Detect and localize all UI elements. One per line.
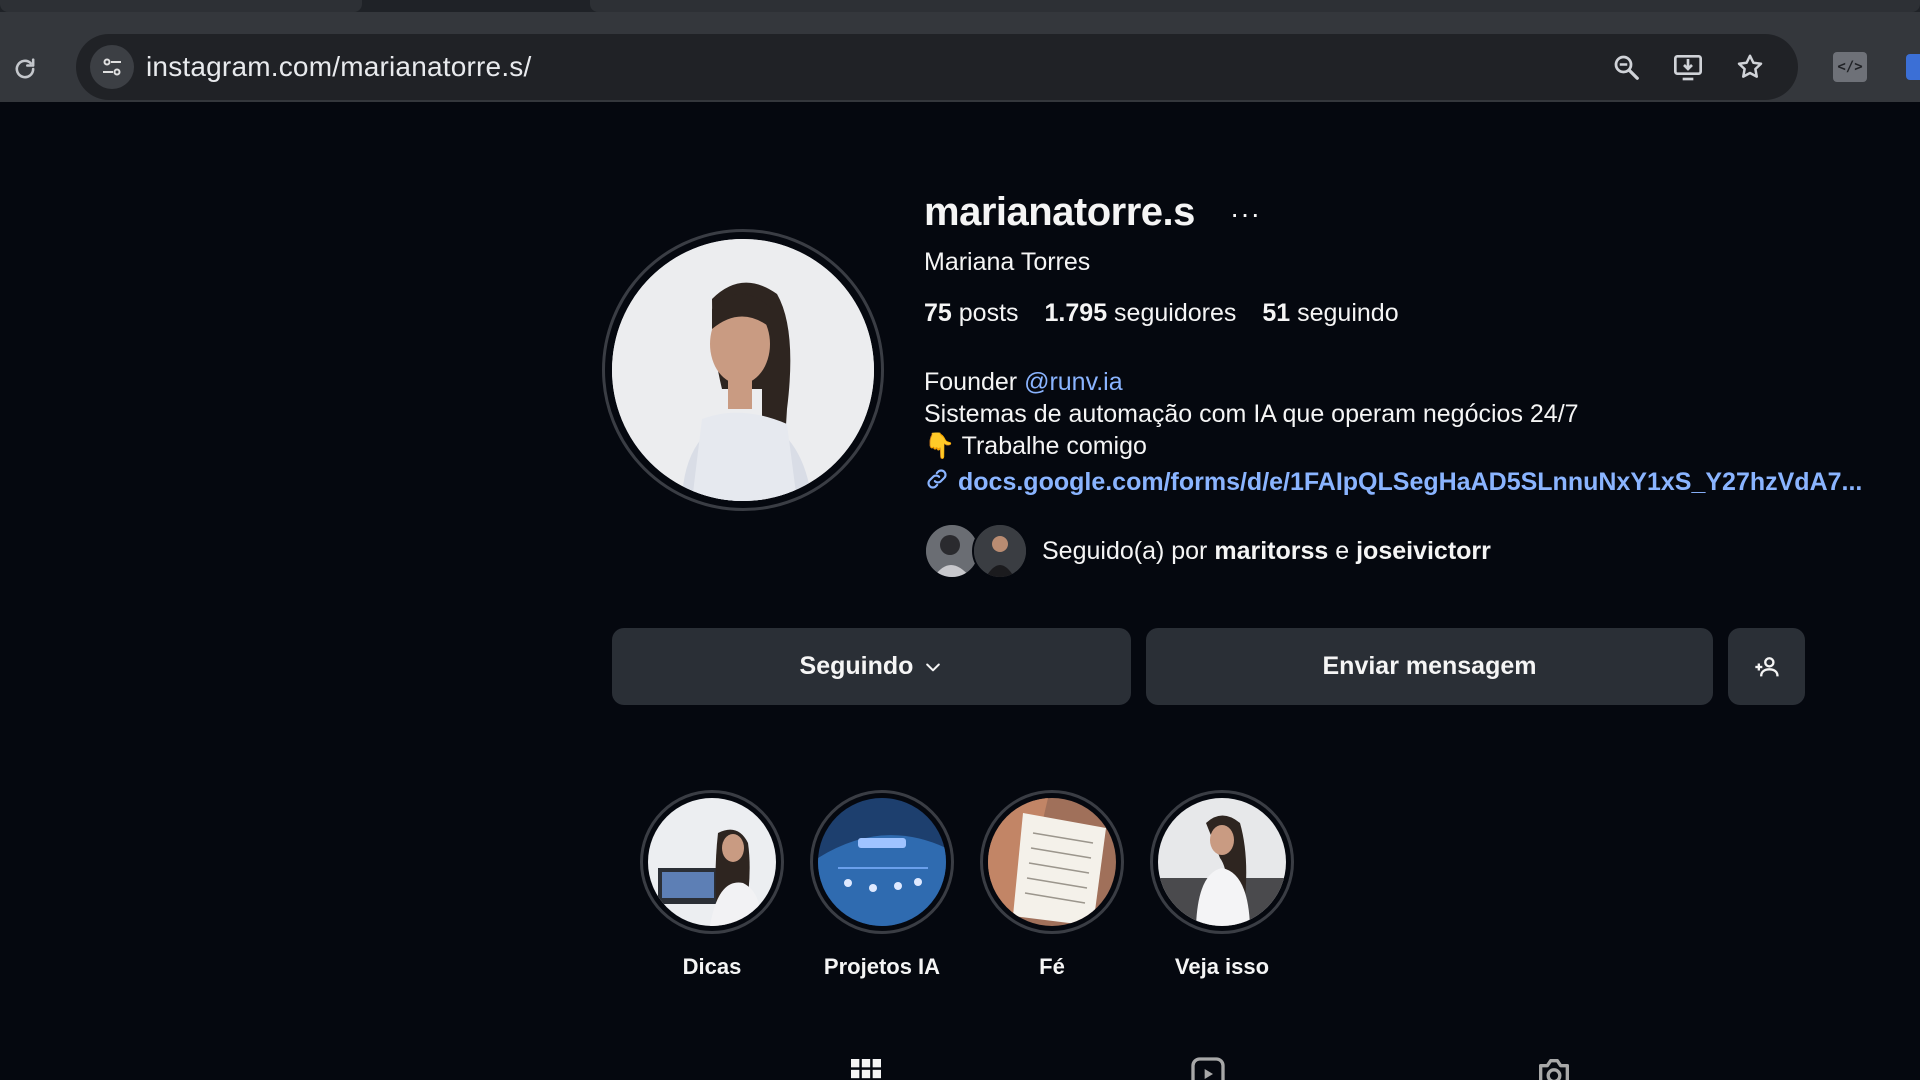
highlight-cover (818, 798, 946, 926)
tab-strip (0, 0, 1920, 12)
zoom-icon[interactable] (1608, 49, 1644, 85)
address-bar[interactable]: instagram.com/marianatorre.s/ (76, 34, 1798, 100)
browser-tab[interactable] (590, 0, 1920, 12)
url-text[interactable]: instagram.com/marianatorre.s/ (146, 51, 531, 83)
bio-mention-link[interactable]: @runv.ia (1024, 368, 1123, 396)
bio-external-link[interactable]: docs.google.com/forms/d/e/1FAIpQLSegHaAD… (924, 466, 1862, 499)
highlight-ring (810, 790, 954, 934)
highlight-cover (1158, 798, 1286, 926)
following-button[interactable]: Seguindo (612, 628, 1131, 705)
grid-icon[interactable] (846, 1054, 886, 1080)
bio-line: Trabalhe comigo (961, 432, 1147, 460)
bookmark-star-icon[interactable] (1732, 49, 1768, 85)
highlight-fe[interactable]: Fé (980, 790, 1124, 980)
following-count: 51 (1262, 299, 1291, 327)
followed-by-conjunction: e (1335, 536, 1350, 565)
reels-icon[interactable] (1188, 1054, 1228, 1080)
tagged-icon[interactable] (1534, 1054, 1574, 1080)
site-info-icon[interactable] (90, 45, 134, 89)
following-stat[interactable]: 51 seguindo (1262, 299, 1398, 328)
install-app-icon[interactable] (1670, 49, 1706, 85)
highlight-cover (988, 798, 1116, 926)
extension-icon[interactable] (1906, 54, 1920, 80)
highlight-label: Fé (1039, 954, 1065, 979)
chevron-down-icon (923, 657, 943, 677)
highlight-label: Dicas (682, 954, 742, 979)
send-message-label: Enviar mensagem (1322, 652, 1537, 680)
link-icon (924, 466, 950, 499)
profile-avatar[interactable] (602, 229, 884, 511)
followed-by-prefix: Seguido(a) por (1042, 536, 1208, 565)
reload-icon[interactable] (8, 52, 42, 86)
profile-bio: Founder @runv.ia Sistemas de automação c… (924, 366, 1579, 462)
profile-username: marianatorre.s (924, 190, 1195, 234)
add-person-icon (1753, 653, 1781, 681)
followed-by[interactable]: Seguido(a) por maritorss e joseivictorr (924, 523, 1491, 579)
browser-tab[interactable] (0, 0, 362, 12)
extension-icon[interactable]: </> (1833, 52, 1867, 82)
following-label: seguindo (1297, 299, 1399, 327)
following-button-label: Seguindo (799, 652, 914, 680)
highlight-label: Projetos IA (823, 954, 941, 979)
bio-founder-prefix: Founder (924, 368, 1018, 396)
followers-count: 1.795 (1044, 299, 1108, 327)
highlight-label: Veja isso (1174, 954, 1270, 979)
highlight-veja-isso[interactable]: Veja isso (1150, 790, 1294, 980)
posts-count: 75 (924, 299, 952, 327)
profile-full-name: Mariana Torres (924, 248, 1091, 276)
highlight-dicas[interactable]: Dicas (640, 790, 784, 980)
suggest-users-button[interactable] (1728, 628, 1805, 705)
follower-username[interactable]: joseivictorr (1356, 537, 1491, 565)
followed-by-text: Seguido(a) por maritorss e joseivictorr (1042, 537, 1491, 566)
profile-stats: 75 posts 1.795 seguidores 51 seguindo (924, 299, 1399, 328)
browser-toolbar: instagram.com/marianatorre.s/ </> (0, 12, 1920, 102)
highlight-projetos-ia[interactable]: Projetos IA (810, 790, 954, 980)
send-message-button[interactable]: Enviar mensagem (1146, 628, 1713, 705)
posts-label: posts (958, 299, 1019, 327)
avatar-photo (612, 239, 874, 501)
highlight-cover (648, 798, 776, 926)
highlight-ring (980, 790, 1124, 934)
more-options-icon[interactable]: ··· (1230, 198, 1261, 230)
avatar (972, 523, 1028, 579)
highlight-ring (640, 790, 784, 934)
pointing-down-emoji: 👇 (924, 432, 956, 460)
follower-username[interactable]: maritorss (1214, 537, 1328, 565)
bio-line: Sistemas de automação com IA que operam … (924, 400, 1579, 428)
followers-label: seguidores (1114, 299, 1237, 327)
link-text: docs.google.com/forms/d/e/1FAIpQLSegHaAD… (958, 468, 1863, 496)
posts-stat: 75 posts (924, 299, 1019, 328)
highlight-ring (1150, 790, 1294, 934)
followers-stat[interactable]: 1.795 seguidores (1045, 299, 1237, 328)
